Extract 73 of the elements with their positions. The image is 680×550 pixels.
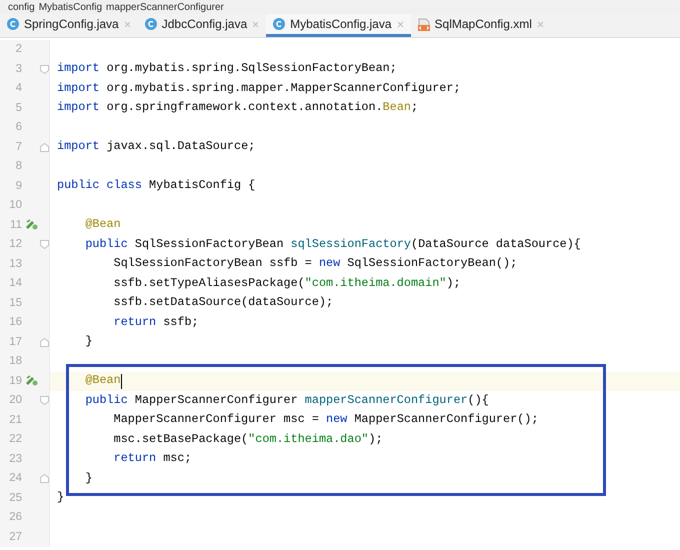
code-line: ssfb.setDataSource(dataSource); xyxy=(112,294,334,312)
file-tab[interactable]: SpringConfig.java xyxy=(0,14,138,37)
breadcrumb-item[interactable]: MybatisConfig xyxy=(38,0,102,14)
code-line: public MapperScannerConfigurer mapperScannerConfigurer(){ xyxy=(84,392,489,409)
code-line: MapperScannerConfigurer msc = new MapperScannerConfigurer(); xyxy=(112,411,538,428)
close-icon[interactable] xyxy=(124,20,131,28)
code-line: import org.mybatis.spring.mapper.MapperScannerConfigurer; xyxy=(57,80,461,97)
fold-icon[interactable] xyxy=(40,240,49,250)
line-number: 3 xyxy=(14,62,22,77)
line-number: 5 xyxy=(14,100,22,116)
line-number: 19 xyxy=(8,374,22,389)
file-tab[interactable]: JdbcConfig.java xyxy=(138,14,266,37)
line-number: 23 xyxy=(8,452,22,467)
unfold-icon[interactable] xyxy=(40,474,49,484)
line-number: 27 xyxy=(8,530,22,545)
line-number: 4 xyxy=(14,81,22,96)
code-line: public class MybatisConfig { xyxy=(57,177,256,194)
tab-label: MybatisConfig.java xyxy=(290,16,392,33)
file-tab[interactable]: MybatisConfig.java xyxy=(266,14,411,37)
code-line: import javax.sql.DataSource; xyxy=(57,138,256,156)
line-number: 6 xyxy=(14,120,22,136)
code-line: msc.setBasePackage("com.itheima.dao"); xyxy=(112,430,383,448)
tab-label: SpringConfig.java xyxy=(24,16,119,33)
line-number: 20 xyxy=(8,393,22,408)
line-number: 11 xyxy=(9,218,22,233)
fold-icon[interactable] xyxy=(40,396,49,406)
line-number: 9 xyxy=(14,178,22,194)
line-number: 24 xyxy=(8,471,22,486)
breadcrumb-item[interactable]: config xyxy=(8,0,35,14)
line-number: 22 xyxy=(8,432,22,448)
class-icon xyxy=(7,18,19,30)
bean-icon[interactable] xyxy=(24,219,38,232)
code-line: @Bean xyxy=(84,216,121,234)
code-line: SqlSessionFactoryBean ssfb = new SqlSessionFactoryBean(); xyxy=(112,255,518,272)
line-number: 12 xyxy=(8,237,22,252)
class-icon xyxy=(144,18,157,30)
tab-label: SqlMapConfig.xml xyxy=(434,16,532,33)
fold-icon[interactable] xyxy=(40,64,49,74)
line-number: 10 xyxy=(8,198,22,214)
code-line: import org.springframework.context.annotation.Bean; xyxy=(57,99,418,116)
line-number: 8 xyxy=(14,159,22,174)
code-line: } xyxy=(84,333,92,350)
line-number: 16 xyxy=(8,315,22,330)
xml-file-icon xyxy=(418,18,430,30)
code-line: } xyxy=(84,470,92,487)
bean-icon[interactable] xyxy=(24,375,38,388)
line-number: 21 xyxy=(8,412,22,428)
code-line: @Bean xyxy=(84,372,121,390)
code-line: public SqlSessionFactoryBean sqlSessionFactory(DataSource dataSource){ xyxy=(84,236,581,253)
unfold-icon[interactable] xyxy=(40,338,49,347)
file-tab[interactable]: SqlMapConfig.xml xyxy=(410,14,551,37)
code-line: return ssfb; xyxy=(112,314,199,331)
unfold-icon[interactable] xyxy=(40,142,49,152)
tab-label: JdbcConfig.java xyxy=(162,16,248,33)
close-icon[interactable] xyxy=(252,20,260,28)
line-number: 14 xyxy=(8,276,22,292)
line-number: 7 xyxy=(14,140,22,155)
close-icon[interactable] xyxy=(396,20,404,28)
line-number: 2 xyxy=(14,42,22,58)
line-number: 18 xyxy=(8,354,22,370)
line-number: 15 xyxy=(8,296,22,311)
code-line: import org.mybatis.spring.SqlSessionFactoryBean; xyxy=(57,60,397,78)
text-cursor xyxy=(120,374,122,389)
breadcrumb-item[interactable]: mapperScannerConfigurer xyxy=(106,0,224,14)
line-number: 13 xyxy=(8,256,22,272)
class-icon xyxy=(273,18,286,30)
code-line: ssfb.setTypeAliasesPackage("com.itheima.domain"); xyxy=(112,274,461,292)
line-number: 26 xyxy=(8,510,22,526)
line-number: 25 xyxy=(8,490,22,506)
code-line: return msc; xyxy=(112,450,192,468)
line-number: 17 xyxy=(8,334,22,350)
close-icon[interactable] xyxy=(536,20,544,28)
code-line: } xyxy=(57,489,64,506)
